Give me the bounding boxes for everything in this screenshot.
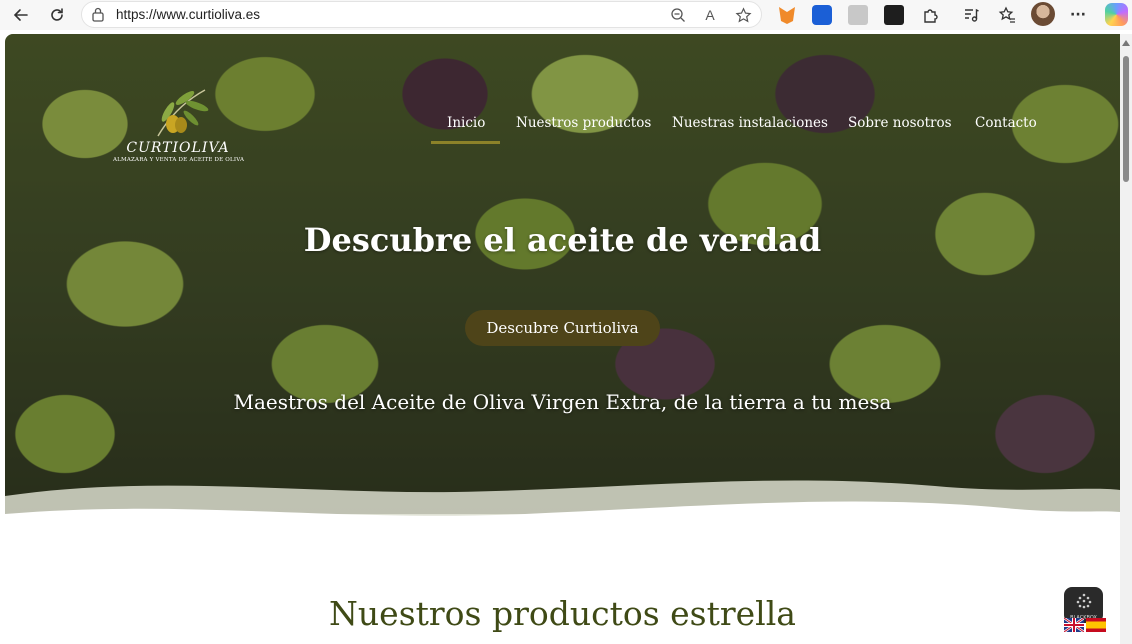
media-icon[interactable]: [959, 3, 983, 27]
nav-item-nuestras-instalaciones[interactable]: Nuestras instalaciones: [672, 115, 828, 145]
site-logo[interactable]: CURTIOLIVA ALMAZARA Y VENTA DE ACEITE DE…: [113, 84, 245, 166]
flag-es-icon[interactable]: [1086, 618, 1106, 632]
copilot-icon[interactable]: [1105, 3, 1128, 26]
metamask-extension-icon[interactable]: [779, 7, 795, 24]
featured-products-heading: Nuestros productos estrella: [329, 594, 796, 633]
scroll-up-icon[interactable]: [1122, 40, 1130, 46]
more-options-icon[interactable]: ···: [1066, 3, 1090, 27]
scroll-thumb[interactable]: [1123, 56, 1129, 182]
refresh-icon[interactable]: [45, 3, 69, 27]
favorites-icon[interactable]: [995, 3, 1019, 27]
zoom-out-icon[interactable]: [668, 5, 688, 25]
read-aloud-icon[interactable]: A: [700, 5, 720, 25]
hero-title: Descubre el aceite de verdad: [303, 221, 822, 259]
favorite-star-icon[interactable]: [733, 5, 753, 25]
hero-section: CURTIOLIVA ALMAZARA Y VENTA DE ACEITE DE…: [5, 34, 1120, 514]
olive-branch-icon: [157, 89, 209, 137]
nav-item-sobre-nosotros[interactable]: Sobre nosotros: [848, 115, 952, 145]
nav-active-indicator: [431, 141, 500, 144]
address-bar[interactable]: https://www.curtioliva.es A: [81, 1, 762, 28]
nav-item-contacto[interactable]: Contacto: [975, 115, 1037, 145]
page-scrollbar[interactable]: [1120, 34, 1132, 644]
nav-item-nuestros-productos[interactable]: Nuestros productos: [516, 115, 651, 145]
hero-subtitle: Maestros del Aceite de Oliva Virgen Extr…: [233, 390, 892, 414]
flag-en-icon[interactable]: [1064, 618, 1084, 632]
browser-toolbar: https://www.curtioliva.es A ···: [0, 0, 1132, 30]
profile-avatar[interactable]: [1031, 2, 1055, 26]
page-viewport: CURTIOLIVA ALMAZARA Y VENTA DE ACEITE DE…: [5, 34, 1120, 644]
discover-curtioliva-button[interactable]: Descubre Curtioliva: [465, 310, 660, 346]
logo-tagline: ALMAZARA Y VENTA DE ACEITE DE OLIVA: [113, 157, 245, 163]
logo-name: CURTIOLIVA: [126, 140, 230, 156]
collections-icon[interactable]: [848, 5, 868, 25]
back-icon[interactable]: [9, 3, 33, 27]
lock-icon[interactable]: [90, 6, 106, 23]
url-text[interactable]: https://www.curtioliva.es: [116, 7, 260, 22]
extensions-puzzle-icon[interactable]: [918, 3, 942, 27]
extension-icon[interactable]: [884, 5, 904, 25]
wave-divider: [5, 480, 1120, 564]
bitwarden-extension-icon[interactable]: [812, 5, 832, 25]
dots-grid-icon: [1076, 593, 1092, 609]
